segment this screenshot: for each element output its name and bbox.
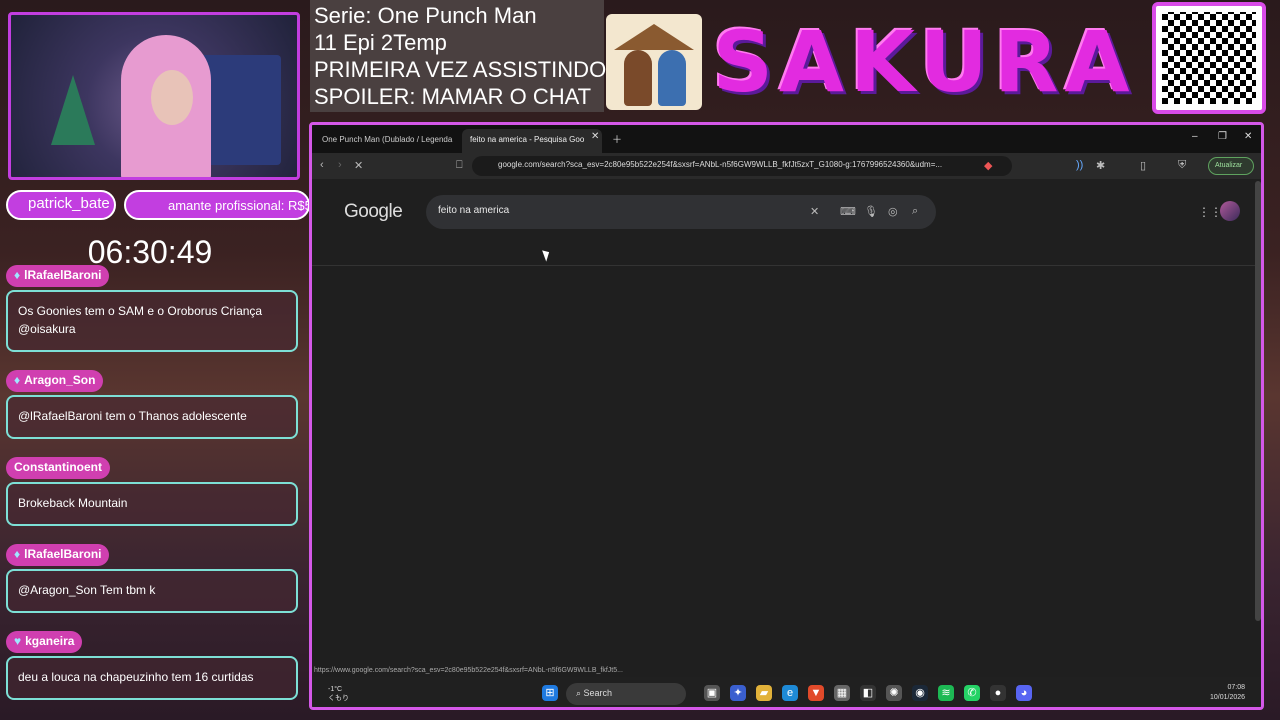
update-label: Atualizar: [1215, 162, 1243, 169]
google-logo[interactable]: Google: [344, 201, 403, 223]
badge-icon: ♦: [14, 373, 21, 387]
weather-temp: -1°C: [328, 686, 343, 693]
taskbar-search[interactable]: ⌕ Search: [566, 683, 686, 705]
extensions-icon[interactable]: ✱: [1096, 159, 1105, 172]
chat-message: @Aragon_Son Tem tbm k: [6, 569, 298, 613]
search-icon[interactable]: ⌕: [912, 205, 918, 218]
heart-icon: ♥: [14, 634, 22, 648]
keyboard-icon[interactable]: ⌨: [840, 205, 856, 218]
chat-username-text: Aragon_Son: [24, 373, 96, 387]
badge-icon: ♦: [14, 268, 21, 282]
stream-overlay: Serie: One Punch Man 11 Epi 2Temp PRIMEI…: [0, 0, 1280, 720]
series-line: Serie: One Punch Man: [314, 3, 537, 28]
nativity-mary: [658, 50, 686, 106]
forward-icon[interactable]: ›: [338, 159, 342, 171]
webcam-feed: [8, 12, 300, 180]
spotify-icon[interactable]: ≋: [938, 685, 954, 701]
badge-icon: ♦: [14, 547, 21, 561]
qr-code-pattern: [1162, 12, 1256, 104]
close-window-icon[interactable]: ✕: [1244, 131, 1252, 142]
tab-bar: One Punch Man (Dublado / Legenda feito n…: [312, 125, 1261, 153]
chat-username: ♦ lRafaelBaroni: [6, 544, 110, 566]
clock-time: 07:08: [1227, 684, 1246, 691]
weather-widget[interactable]: -1°C くもり: [328, 685, 349, 703]
series-line: PRIMEIRA VEZ ASSISTINDO: [314, 57, 607, 82]
follower-name: patrick_bate: [28, 195, 110, 212]
chat-username: Constantinoent: [6, 457, 110, 479]
qr-code-icon: [1152, 2, 1266, 114]
nativity-joseph: [624, 50, 652, 106]
tab-label: One Punch Man (Dublado / Legenda: [322, 135, 453, 144]
audio-icon[interactable]: )): [1076, 159, 1083, 171]
store-icon[interactable]: ▦: [834, 685, 850, 701]
streamer-face: [151, 70, 193, 125]
lens-icon[interactable]: ◎: [888, 205, 898, 218]
chat-username: ♦ lRafaelBaroni: [6, 265, 110, 287]
mouse-cursor-icon: [542, 248, 552, 262]
task-view-icon[interactable]: ▣: [704, 685, 720, 701]
system-clock[interactable]: 07:08 10/01/2026: [1210, 683, 1245, 703]
chat-message: Os Goonies tem o SAM e o Oroborus Crianç…: [6, 290, 298, 352]
bookmark-icon[interactable]: ⎕: [456, 159, 463, 172]
avatar[interactable]: [1220, 201, 1240, 221]
brave-icon[interactable]: ▼: [808, 685, 824, 701]
shelf-background: [201, 55, 281, 165]
whatsapp-icon[interactable]: ✆: [964, 685, 980, 701]
address-bar[interactable]: google.com/search?sca_esv=2c80e95b522e25…: [472, 156, 1012, 176]
clear-icon[interactable]: ✕: [810, 205, 819, 218]
browser-toolbar: ‹ › ✕ ⎕ google.com/search?sca_esv=2c80e9…: [312, 153, 1261, 179]
chat-message: @lRafaelBaroni tem o Thanos adolescente: [6, 395, 298, 439]
search-value: feito na america: [438, 205, 510, 216]
chat-username-text: lRafaelBaroni: [24, 547, 102, 561]
taskbar-search-label: Search: [583, 688, 613, 698]
capcut-icon[interactable]: ◧: [860, 685, 876, 701]
update-button[interactable]: Atualizar: [1208, 157, 1254, 175]
channel-logo: SAKURA: [712, 13, 1136, 111]
vpn-icon[interactable]: ⛨: [1178, 159, 1186, 172]
chat-username: ♥ kganeira: [6, 631, 83, 653]
series-line: 11 Epi 2Temp: [314, 30, 447, 55]
obs-icon[interactable]: ●: [990, 685, 1006, 701]
minimize-icon[interactable]: –: [1192, 131, 1198, 142]
chatgpt-icon[interactable]: ✺: [886, 685, 902, 701]
brave-shield-icon[interactable]: ◆: [984, 159, 992, 172]
chat-username-text: lRafaelBaroni: [24, 268, 102, 282]
windows-start-icon[interactable]: ⊞: [542, 685, 558, 701]
browser-window: One Punch Man (Dublado / Legenda feito n…: [309, 122, 1264, 710]
chat-message: deu a louca na chapeuzinho tem 16 curtid…: [6, 656, 298, 700]
nativity-roof: [614, 24, 694, 50]
discord-icon[interactable]: ◕: [1016, 685, 1032, 701]
close-tab-icon[interactable]: ✕: [591, 131, 599, 142]
new-tab-icon[interactable]: ＋: [612, 131, 622, 146]
clock-date: 10/01/2026: [1210, 694, 1246, 701]
copilot-icon[interactable]: ✦: [730, 685, 746, 701]
alert-bar: patrick_bate amante profissional: R$500.…: [6, 190, 344, 220]
tab-one-punch-man[interactable]: One Punch Man (Dublado / Legenda: [314, 129, 460, 153]
apps-grid-icon[interactable]: ⋮⋮: [1198, 205, 1222, 219]
series-info-panel: Serie: One Punch Man 11 Epi 2Temp PRIMEI…: [310, 0, 607, 112]
chat-message: Brokeback Mountain: [6, 482, 298, 526]
microphone-icon[interactable]: 🎙: [864, 205, 878, 218]
status-url: https://www.google.com/search?sca_esv=2c…: [314, 667, 623, 674]
steam-icon[interactable]: ◉: [912, 685, 928, 701]
weather-desc: くもり: [328, 695, 349, 702]
series-line: SPOILER: MAMAR O CHAT: [314, 84, 592, 109]
chat-username-text: kganeira: [25, 634, 75, 648]
stop-loading-icon[interactable]: ✕: [354, 159, 363, 172]
chat-username-text: Constantinoent: [14, 460, 102, 474]
sidebar-icon[interactable]: ▯: [1140, 159, 1146, 172]
tab-google-search[interactable]: feito na america - Pesquisa Goo: [462, 129, 602, 153]
search-input[interactable]: feito na america ✕ ⌨ 🎙 ◎ ⌕: [426, 195, 936, 229]
edge-icon[interactable]: e: [782, 685, 798, 701]
tab-label: feito na america - Pesquisa Goo: [470, 135, 585, 144]
chat-username: ♦ Aragon_Son: [6, 370, 104, 392]
divider: [312, 265, 1257, 266]
taskbar: -1°C くもり ⊞ ⌕ Search ▣ ✦ ▰ e ▼ ▦ ◧ ✺ ◉ ≋ …: [312, 677, 1261, 707]
back-icon[interactable]: ‹: [320, 159, 324, 171]
christmas-tree-icon: [51, 75, 95, 145]
restore-icon[interactable]: ❐: [1218, 131, 1227, 142]
file-explorer-icon[interactable]: ▰: [756, 685, 772, 701]
nativity-scene-icon: [606, 14, 702, 110]
scrollbar[interactable]: [1255, 181, 1261, 621]
